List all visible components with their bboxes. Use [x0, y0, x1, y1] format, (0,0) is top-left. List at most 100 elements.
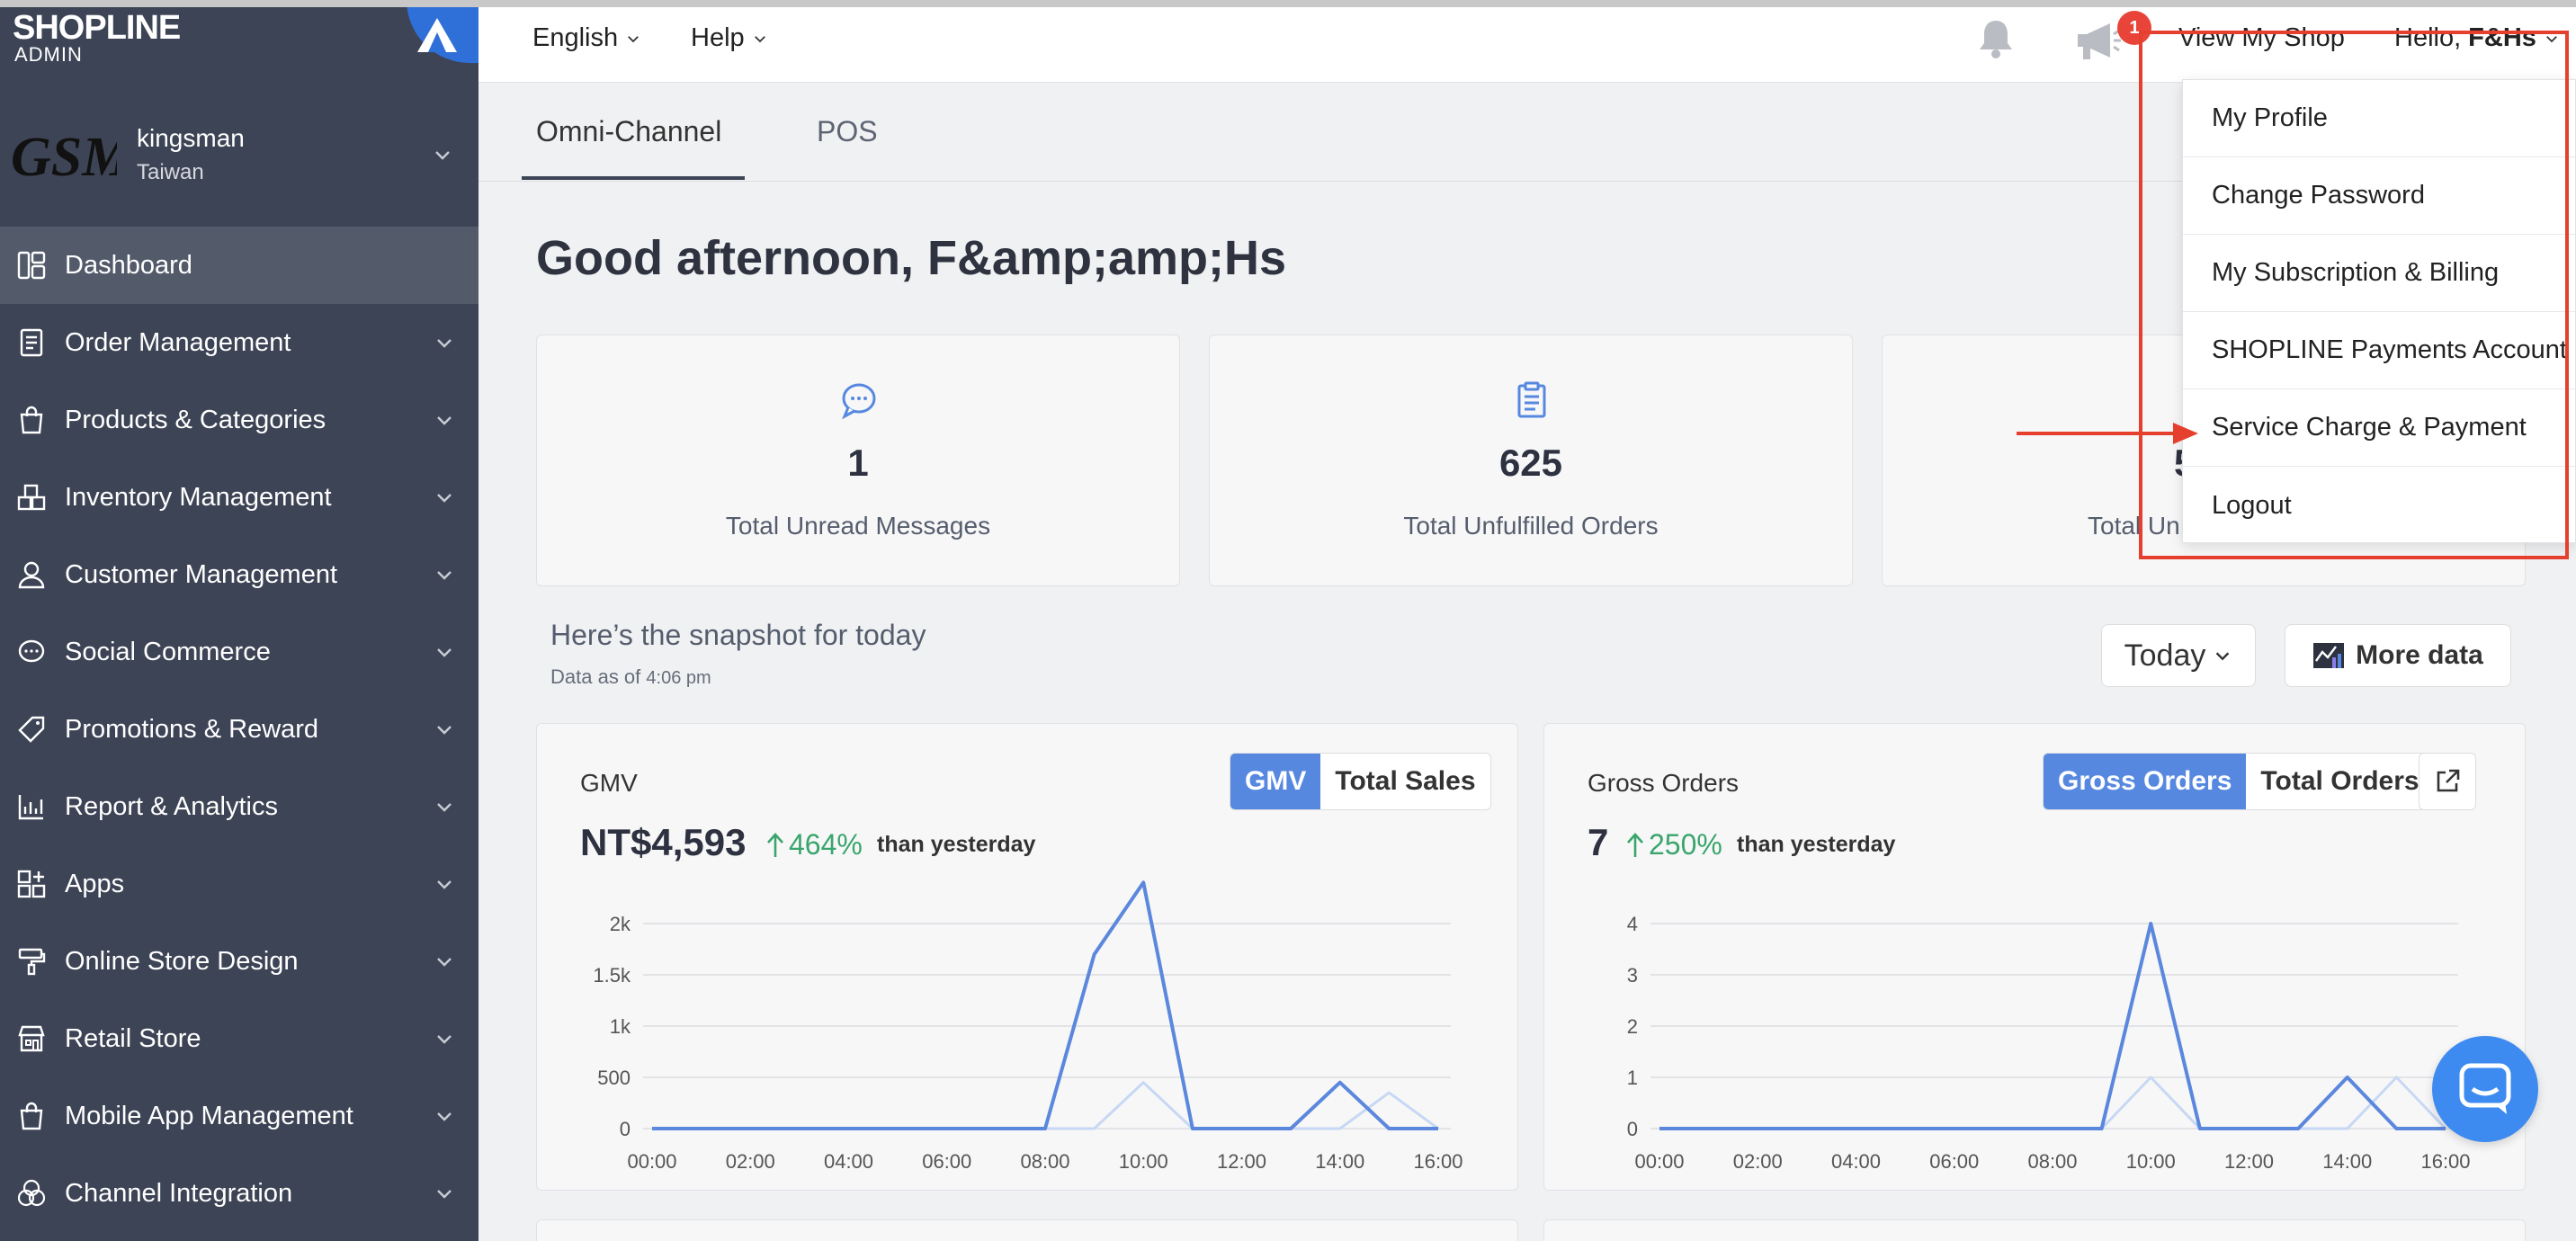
- sidebar-item-label: Dashboard: [65, 250, 192, 280]
- chevron-down-icon: [754, 35, 765, 42]
- bell-icon[interactable]: [1973, 16, 2018, 61]
- order-icon: [16, 327, 47, 358]
- sidebar-item-label: Retail Store: [65, 1023, 201, 1053]
- external-link-icon: [2437, 769, 2460, 792]
- megaphone-icon[interactable]: [2074, 18, 2123, 63]
- dashboard-icon: [16, 250, 47, 281]
- x-tick-label: 14:00: [1315, 1150, 1364, 1173]
- gross-orders-line-chart: 0 1 2 3 4 00:00 02:00 04:00 06:00 08:00 10:00 12:00…: [1627, 913, 2471, 1173]
- menu-item-subscription-billing[interactable]: My Subscription & Billing: [2183, 235, 2575, 312]
- tab-omni-channel[interactable]: Omni-Channel: [536, 115, 721, 148]
- x-tick-label: 08:00: [2027, 1150, 2077, 1173]
- inventory-icon: [16, 482, 47, 513]
- x-tick-label: 00:00: [1634, 1150, 1684, 1173]
- y-tick-label: 4: [1627, 913, 1638, 935]
- sidebar-item-order-management[interactable]: Order Management: [0, 304, 479, 381]
- next-card-top: [1543, 1219, 2526, 1241]
- sidebar-item-label: Apps: [65, 869, 125, 898]
- y-tick-label: 0: [620, 1118, 631, 1140]
- sidebar-item-label: Social Commerce: [65, 637, 271, 666]
- stat-label: Total Unread Messages: [725, 512, 991, 540]
- tag-icon: [16, 714, 47, 745]
- menu-item-payments-account[interactable]: SHOPLINE Payments Account: [2183, 312, 2575, 389]
- gross-orders-card: Gross Orders 7 250% than yesterday Gross…: [1543, 723, 2526, 1191]
- menu-item-change-password[interactable]: Change Password: [2183, 157, 2575, 235]
- series-line-today: [652, 880, 1438, 1130]
- notification-badge: 1: [2117, 11, 2151, 45]
- menu-item-service-charge-payment[interactable]: Service Charge & Payment: [2183, 389, 2575, 467]
- more-data-button[interactable]: More data: [2285, 624, 2511, 687]
- sidebar-item-label: Online Store Design: [65, 946, 299, 976]
- x-tick-label: 06:00: [922, 1150, 971, 1173]
- sidebar-item-social-commerce[interactable]: Social Commerce: [0, 613, 479, 691]
- open-external-button[interactable]: [2419, 753, 2476, 810]
- card-title: GMV: [580, 769, 638, 797]
- top-header: English Help 1 View My Shop Hello, F&Hs: [479, 7, 2576, 83]
- card-compare-label: than yesterday: [1737, 832, 1896, 857]
- shop-switcher[interactable]: GSM kingsman Taiwan: [0, 108, 479, 207]
- view-my-shop-link[interactable]: View My Shop: [2178, 23, 2345, 53]
- chevron-down-icon: [437, 726, 452, 735]
- chevron-down-icon: [437, 416, 452, 425]
- chevron-down-icon: [437, 571, 452, 580]
- x-tick-label: 10:00: [1119, 1150, 1168, 1173]
- account-menu-toggle[interactable]: Hello, F&Hs: [2394, 23, 2560, 53]
- menu-item-my-profile[interactable]: My Profile: [2183, 80, 2575, 157]
- stat-card-unfulfilled-orders[interactable]: 625 Total Unfulfilled Orders: [1209, 335, 1853, 586]
- series-line-previous: [1659, 1076, 2447, 1130]
- sidebar-item-online-store-design[interactable]: Online Store Design: [0, 923, 479, 1000]
- store-icon: [16, 1023, 47, 1054]
- user-name: F&Hs: [2468, 23, 2536, 52]
- chat-icon: [2459, 1063, 2511, 1114]
- sidebar-item-label: Inventory Management: [65, 482, 332, 512]
- chevron-down-icon: [2546, 35, 2557, 42]
- x-tick-label: 08:00: [1020, 1150, 1069, 1173]
- sidebar-item-label: Channel Integration: [65, 1178, 293, 1208]
- x-tick-label: 16:00: [1413, 1150, 1462, 1173]
- sidebar-item-mobile-app[interactable]: Mobile App Management: [0, 1077, 479, 1155]
- chevron-down-icon: [437, 1112, 452, 1121]
- sidebar-item-apps[interactable]: Apps: [0, 845, 479, 923]
- toggle-gross-orders[interactable]: Gross Orders: [2044, 754, 2247, 809]
- chevron-down-icon: [2216, 652, 2230, 661]
- sidebar-item-label: Customer Management: [65, 559, 338, 589]
- chevron-down-icon: [437, 339, 452, 348]
- y-tick-label: 1.5k: [593, 964, 631, 987]
- brand-logo[interactable]: SHOPLINE: [13, 9, 181, 48]
- stat-value: 625: [1498, 442, 1563, 484]
- date-range-select[interactable]: Today: [2101, 624, 2256, 687]
- language-selector[interactable]: English: [532, 23, 641, 53]
- x-tick-label: 00:00: [627, 1150, 676, 1173]
- sidebar-item-dashboard[interactable]: Dashboard: [0, 227, 479, 304]
- sidebar-item-retail-store[interactable]: Retail Store: [0, 1000, 479, 1077]
- x-tick-label: 14:00: [2322, 1150, 2372, 1173]
- menu-item-logout[interactable]: Logout: [2183, 467, 2575, 544]
- x-tick-label: 04:00: [824, 1150, 873, 1173]
- toggle-total-orders[interactable]: Total Orders: [2246, 754, 2433, 809]
- tab-pos[interactable]: POS: [817, 115, 878, 148]
- chat-support-button[interactable]: [2432, 1036, 2538, 1142]
- sidebar-item-products[interactable]: Products & Categories: [0, 381, 479, 459]
- page-title: Good afternoon, F&amp;amp;Hs: [536, 231, 1286, 285]
- help-menu[interactable]: Help: [691, 23, 768, 53]
- person-icon: [16, 559, 47, 590]
- card-value: 7: [1588, 821, 1609, 863]
- toggle-gmv[interactable]: GMV: [1230, 754, 1321, 809]
- sidebar-item-promotions[interactable]: Promotions & Reward: [0, 691, 479, 768]
- chevron-down-icon: [437, 1035, 452, 1044]
- stat-label: Total Unfulfilled Orders: [1403, 512, 1659, 540]
- analytics-icon: [2313, 643, 2345, 668]
- toggle-total-sales[interactable]: Total Sales: [1320, 754, 1489, 809]
- sidebar-item-report[interactable]: Report & Analytics: [0, 768, 479, 845]
- stat-value: 1: [847, 442, 869, 484]
- y-tick-label: 500: [597, 1067, 631, 1089]
- card-compare-label: than yesterday: [877, 832, 1036, 857]
- x-tick-label: 12:00: [1217, 1150, 1266, 1173]
- sidebar-item-channel-integration[interactable]: Channel Integration: [0, 1155, 479, 1232]
- stat-card-unread-messages[interactable]: 1 Total Unread Messages: [536, 335, 1180, 586]
- channel-icon: [16, 1178, 47, 1209]
- date-range-value: Today: [2124, 638, 2206, 673]
- sidebar-item-customer[interactable]: Customer Management: [0, 536, 479, 613]
- y-tick-label: 0: [1627, 1118, 1638, 1140]
- sidebar-item-inventory[interactable]: Inventory Management: [0, 459, 479, 536]
